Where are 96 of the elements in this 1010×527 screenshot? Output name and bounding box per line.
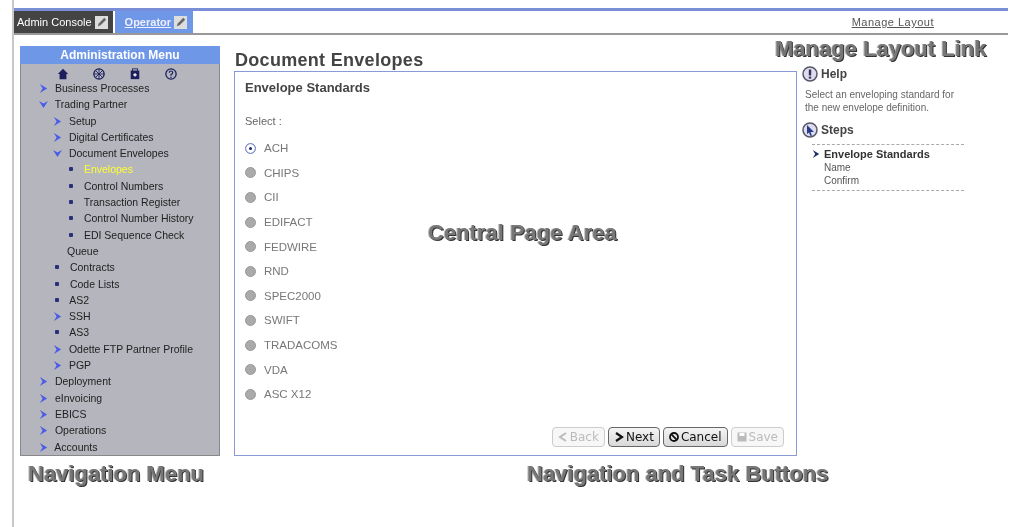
chevron-right-icon (39, 84, 48, 93)
radio-option[interactable]: SPEC2000 (245, 283, 321, 309)
home-icon[interactable] (57, 68, 69, 80)
bullet-icon (68, 166, 74, 173)
radio-option[interactable]: VDA (245, 357, 288, 382)
annotation-label: Navigation and Task Buttons (527, 461, 829, 487)
radio-button[interactable] (245, 241, 256, 253)
menu-item[interactable]: Deployment (25, 373, 195, 390)
menu-item[interactable]: Document Envelopes (25, 145, 195, 162)
step-item: Envelope Standards (812, 148, 964, 161)
option-label: RND (264, 265, 289, 278)
radio-button[interactable] (245, 339, 256, 351)
chevron-right-icon (812, 150, 820, 158)
menu-item[interactable]: SSH (25, 308, 195, 325)
option-label: CII (264, 191, 279, 204)
annotation-label: Central Page Area (428, 220, 617, 246)
radio-button[interactable] (245, 364, 256, 376)
tab[interactable]: Admin Console (14, 11, 113, 33)
select-label: Select : (245, 115, 283, 127)
menu-item[interactable]: Control Numbers (25, 177, 195, 195)
menu-title: Administration Menu (20, 46, 220, 64)
radio-option[interactable]: ASC X12 (245, 381, 312, 407)
annotation-label: Manage Layout Link (775, 36, 987, 62)
bullet-icon (54, 296, 60, 303)
bullet-icon (68, 182, 74, 189)
cancel-button[interactable]: Cancel (662, 427, 728, 447)
option-label: ACH (264, 142, 289, 155)
briefcase-icon[interactable] (129, 68, 141, 80)
step-item: Confirm (823, 174, 860, 187)
radio-option[interactable]: RND (245, 258, 289, 284)
help-icon[interactable] (165, 68, 177, 80)
annotation-label: Navigation Menu (28, 461, 204, 487)
pencil-icon (174, 15, 188, 29)
bullet-icon (68, 231, 74, 238)
radio-button[interactable] (245, 290, 256, 302)
menu-item[interactable]: Business Processes (25, 80, 195, 97)
chevron-right-icon (53, 312, 62, 322)
help-text: Select an enveloping standard for the new envelope definition. (805, 88, 955, 114)
option-label: SWIFT (264, 314, 300, 327)
radio-option[interactable]: ACH (245, 136, 289, 161)
menu-item[interactable]: EBICS (25, 405, 195, 423)
menu-item[interactable]: PGP (25, 357, 195, 374)
cancel-icon (668, 432, 679, 442)
radio-option[interactable]: TRADACOMS (245, 332, 338, 358)
menu-item[interactable]: Setup (25, 112, 195, 129)
bullet-icon (54, 329, 60, 336)
radio-button[interactable] (245, 192, 256, 203)
step-item: Name (823, 161, 852, 174)
menu-item[interactable]: Trading Partner (25, 96, 195, 113)
radio-option[interactable]: SWIFT (245, 308, 300, 333)
menu-item[interactable]: Digital Certificates (25, 128, 195, 146)
option-label: FEDWIRE (264, 240, 318, 253)
option-label: VDA (264, 363, 288, 376)
radio-option[interactable]: CHIPS (245, 160, 300, 186)
pencil-icon (94, 15, 108, 29)
exclamation-icon (802, 66, 818, 82)
radio-option[interactable]: EDIFACT (245, 209, 313, 235)
option-label: SPEC2000 (264, 289, 321, 302)
menu-item[interactable]: Operations (25, 422, 195, 439)
radio-option[interactable]: CII (245, 185, 279, 210)
radio-button[interactable] (245, 265, 256, 277)
chevron-down-icon (39, 100, 48, 110)
menu-item[interactable]: eInvoicing (25, 389, 195, 406)
next-button[interactable]: Next (607, 427, 660, 447)
radio-button[interactable] (245, 314, 256, 326)
chevron-right-icon (613, 432, 624, 442)
option-label: ASC X12 (264, 388, 312, 401)
chevron-down-icon (53, 149, 62, 159)
manage-layout-link[interactable]: Manage Layout (851, 16, 934, 28)
option-label: TRADACOMS (264, 339, 338, 352)
menu-item[interactable]: Odette FTP Partner Profile (25, 340, 195, 358)
radio-button[interactable] (245, 388, 256, 400)
menu-item[interactable]: Code Lists (25, 275, 195, 292)
menu-item[interactable]: AS3 (25, 324, 195, 341)
option-label: EDIFACT (264, 216, 313, 229)
section-title: Envelope Standards (245, 80, 371, 95)
radio-option[interactable]: FEDWIRE (245, 234, 318, 259)
menu-item[interactable]: Accounts (25, 438, 195, 455)
chevron-left-icon (557, 432, 568, 442)
menu-item[interactable]: Transaction Register (25, 194, 195, 211)
menu-item[interactable]: Control Number History (25, 210, 195, 227)
menu-item[interactable]: AS2 (25, 291, 195, 309)
globe-icon[interactable] (93, 68, 105, 80)
bullet-icon (54, 280, 60, 287)
radio-button[interactable] (245, 142, 256, 154)
bullet-icon (68, 199, 74, 206)
bullet-icon (54, 264, 60, 271)
menu-item[interactable]: Contracts (25, 259, 195, 276)
bullet-icon (68, 215, 74, 222)
menu-item[interactable]: EDI Sequence Check Queue (25, 226, 195, 260)
steps-title: Steps (821, 123, 854, 137)
help-title: Help (821, 67, 847, 81)
radio-button[interactable] (245, 167, 256, 179)
radio-button[interactable] (245, 216, 256, 228)
option-label: CHIPS (264, 166, 300, 179)
cursor-icon (802, 122, 818, 138)
